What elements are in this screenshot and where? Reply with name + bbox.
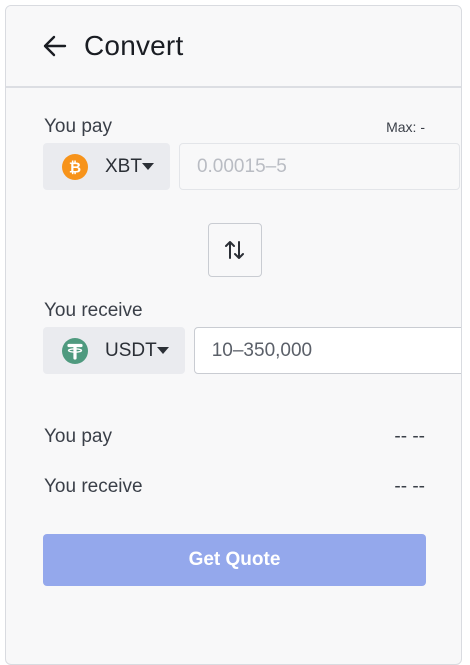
bitcoin-glyph: ₿ [69, 158, 81, 176]
pay-row: ₿ XBT [43, 143, 460, 190]
arrow-left-icon[interactable] [42, 33, 68, 59]
summary-pay-value: -- -- [394, 426, 425, 447]
receive-row: USDT [43, 327, 461, 374]
bitcoin-icon: ₿ [62, 153, 88, 180]
swap-button[interactable] [208, 223, 262, 277]
pay-label: You pay [44, 116, 112, 137]
max-amount[interactable]: Max: - [386, 119, 425, 135]
summary-pay-row: You pay -- -- [44, 426, 425, 448]
pay-asset-symbol: XBT [105, 155, 142, 177]
summary-receive-label: You receive [44, 476, 143, 497]
convert-panel: Convert You pay Max: - ₿ XBT You receive [5, 5, 462, 665]
summary-receive-row: You receive -- -- [44, 476, 425, 498]
svg-text:₿: ₿ [69, 158, 81, 176]
pay-amount-input[interactable] [178, 143, 460, 190]
receive-amount-input[interactable] [193, 327, 461, 374]
receive-asset-symbol: USDT [105, 339, 157, 361]
receive-asset-select[interactable]: USDT [43, 327, 185, 374]
summary-receive-value: -- -- [394, 476, 425, 497]
receive-label-row: You receive [44, 300, 425, 322]
pay-label-row: You pay Max: - [44, 116, 425, 138]
header: Convert [6, 6, 461, 88]
summary-pay-label: You pay [44, 426, 112, 447]
receive-label: You receive [44, 300, 143, 321]
page-title: Convert [84, 30, 184, 61]
pay-asset-select[interactable]: ₿ XBT [43, 143, 170, 190]
tether-glyph [67, 343, 83, 360]
chevron-down-icon [141, 163, 154, 170]
get-quote-button[interactable]: Get Quote [43, 534, 426, 586]
swap-vertical-icon [225, 241, 244, 259]
chevron-down-icon [156, 347, 169, 354]
tether-icon [62, 337, 88, 364]
arrow-left-glyph [43, 35, 67, 57]
